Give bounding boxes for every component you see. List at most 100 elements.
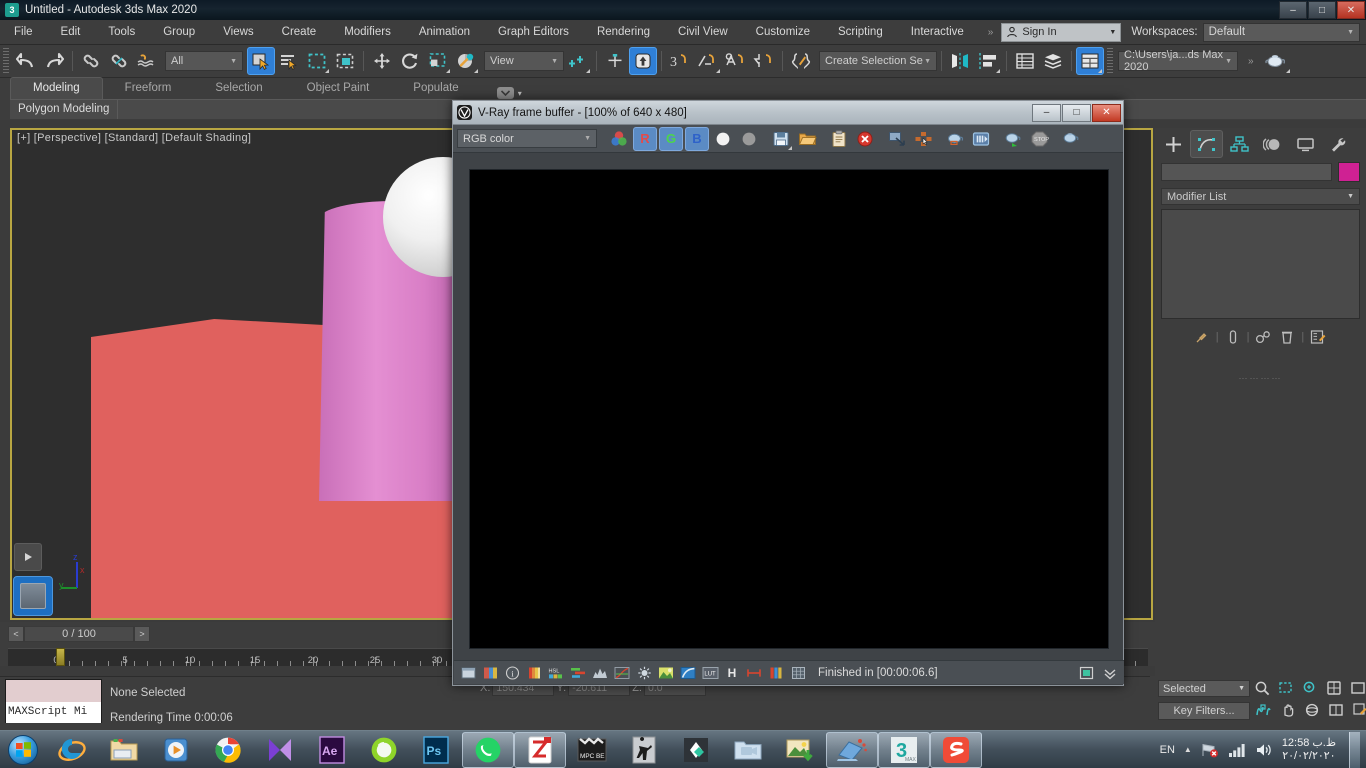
- vfb-minimize-button[interactable]: –: [1032, 103, 1061, 122]
- undo-icon[interactable]: [12, 47, 40, 75]
- sign-in-button[interactable]: Sign In ▼: [1001, 22, 1122, 42]
- scene-explorer-icon[interactable]: [1039, 47, 1067, 75]
- render-sequence-icon[interactable]: [969, 127, 993, 151]
- maximize-viewport-icon[interactable]: [1328, 702, 1344, 718]
- ribbon-dropdown-icon[interactable]: ▾: [481, 87, 522, 99]
- background-icon[interactable]: [656, 663, 676, 683]
- play-animation-icon[interactable]: [14, 543, 42, 571]
- teamviewer-icon[interactable]: [826, 731, 878, 768]
- unlink-icon[interactable]: [105, 47, 133, 75]
- modifier-list-select[interactable]: Modifier List ▼: [1161, 188, 1360, 205]
- zoom-region-icon[interactable]: [1278, 680, 1294, 696]
- signal-bars-icon[interactable]: [1228, 742, 1246, 758]
- select-and-manipulate-icon[interactable]: [601, 47, 629, 75]
- file-explorer-icon[interactable]: [98, 732, 150, 768]
- angle-snap-icon[interactable]: 3: [666, 47, 694, 75]
- color-balance-icon[interactable]: [568, 663, 588, 683]
- maximize-button[interactable]: □: [1308, 1, 1336, 19]
- remove-modifier-icon[interactable]: [1279, 329, 1295, 345]
- select-link-icon[interactable]: [77, 47, 105, 75]
- menu-create[interactable]: Create: [268, 20, 331, 45]
- configure-modifier-sets-icon[interactable]: [1310, 329, 1327, 345]
- media-player-icon[interactable]: [150, 732, 202, 768]
- ribbon-tab-populate[interactable]: Populate: [391, 78, 480, 99]
- command-panel-tab-create[interactable]: [1157, 130, 1190, 158]
- clock[interactable]: 12:58 ظ.ب ٢٠/٠٢/٢٠٢٠: [1282, 737, 1340, 763]
- command-panel-tab-display[interactable]: [1289, 130, 1322, 158]
- menu-graph-editors[interactable]: Graph Editors: [484, 20, 583, 45]
- clear-image-icon[interactable]: [853, 127, 877, 151]
- ribbon-tab-selection[interactable]: Selection: [193, 78, 284, 99]
- vfb-close-button[interactable]: ✕: [1092, 103, 1121, 122]
- icc-icon[interactable]: [678, 663, 698, 683]
- track-render-icon[interactable]: [1076, 663, 1096, 683]
- toolbar-grip-2[interactable]: [1107, 48, 1113, 74]
- object-name-input[interactable]: [1161, 163, 1332, 181]
- time-slider-thumb[interactable]: [56, 648, 65, 666]
- 3ds-max-icon[interactable]: 3 MAX: [878, 731, 930, 768]
- command-panel-tab-hierarchy[interactable]: [1223, 130, 1256, 158]
- modifier-stack[interactable]: [1161, 209, 1360, 319]
- photo-download-icon[interactable]: [774, 732, 826, 768]
- color-corrections-icon[interactable]: [480, 663, 500, 683]
- windows-start-icon[interactable]: [0, 732, 46, 768]
- ribbon-tab-object-paint[interactable]: Object Paint: [285, 78, 392, 99]
- counter-strike-icon[interactable]: [618, 732, 670, 768]
- mpc-be-icon[interactable]: MPC BE: [566, 732, 618, 768]
- key-filters-button[interactable]: Key Filters...: [1158, 702, 1250, 720]
- select-and-place-icon[interactable]: [452, 47, 480, 75]
- load-image-icon[interactable]: [795, 127, 819, 151]
- internet-explorer-icon[interactable]: [46, 732, 98, 768]
- volume-icon[interactable]: [1255, 742, 1273, 758]
- show-desktop-button[interactable]: [1349, 731, 1360, 768]
- maximize-viewport-toggle-icon[interactable]: [1350, 680, 1366, 696]
- network-error-icon[interactable]: [1201, 742, 1219, 758]
- bind-space-warp-icon[interactable]: [133, 47, 161, 75]
- sign-in-chevron-down-icon[interactable]: ▼: [1109, 29, 1116, 36]
- reference-coordinate-chevron-down-icon[interactable]: ▼: [551, 58, 558, 65]
- pixel-aspect-icon[interactable]: [458, 663, 478, 683]
- set-key-icon[interactable]: [1254, 702, 1272, 718]
- blue-channel-icon[interactable]: B: [685, 126, 709, 151]
- close-button[interactable]: ✕: [1337, 1, 1365, 19]
- workspaces-chevron-down-icon[interactable]: ▼: [1347, 29, 1354, 36]
- save-image-icon[interactable]: [769, 127, 793, 151]
- toolbar-overflow-icon[interactable]: »: [1244, 56, 1258, 67]
- stop-render-icon[interactable]: STOP: [1027, 127, 1051, 151]
- menu-group[interactable]: Group: [149, 20, 209, 45]
- language-indicator[interactable]: EN: [1160, 744, 1175, 756]
- pixel-grid-icon[interactable]: [788, 663, 808, 683]
- render-icon[interactable]: [1001, 127, 1025, 151]
- select-by-name-icon[interactable]: [275, 47, 303, 75]
- vfb-maximize-button[interactable]: □: [1062, 103, 1091, 122]
- menu-animation[interactable]: Animation: [405, 20, 484, 45]
- kmplayer-icon[interactable]: [254, 732, 306, 768]
- percent-snap-toggle-icon[interactable]: [750, 47, 778, 75]
- viewport-label[interactable]: [+] [Perspective] [Standard] [Default Sh…: [17, 132, 251, 144]
- force-color-clamping-icon[interactable]: [744, 663, 764, 683]
- zoom-extents-icon[interactable]: [1302, 680, 1318, 696]
- reference-coordinate-select[interactable]: View ▼: [484, 51, 564, 71]
- clipboard-icon[interactable]: [827, 127, 851, 151]
- workspaces-select[interactable]: Default ▼: [1202, 22, 1360, 42]
- ribbon-tab-modeling[interactable]: Modeling: [10, 77, 103, 99]
- menu-civil-view[interactable]: Civil View: [664, 20, 742, 45]
- exposure-icon[interactable]: [524, 663, 544, 683]
- selection-filter-select[interactable]: All ▼: [165, 51, 243, 71]
- menu-overflow-icon[interactable]: »: [984, 27, 998, 38]
- command-panel-tab-motion[interactable]: [1256, 130, 1289, 158]
- menu-edit[interactable]: Edit: [47, 20, 95, 45]
- maxscript-mini-listener[interactable]: MAXScript Mi: [5, 679, 102, 723]
- viewcube-icon[interactable]: [13, 576, 53, 616]
- align-icon[interactable]: [974, 47, 1002, 75]
- whatsapp-icon[interactable]: [462, 731, 514, 768]
- show-hidden-icons-icon[interactable]: ▲: [1184, 745, 1192, 754]
- menu-scripting[interactable]: Scripting: [824, 20, 897, 45]
- region-render-icon[interactable]: [911, 127, 935, 151]
- project-path-select[interactable]: C:\Users\ja...ds Max 2020 ▼: [1118, 49, 1238, 73]
- render-setup-teapot-icon[interactable]: [1258, 47, 1292, 75]
- maxscript-input-pane[interactable]: MAXScript Mi: [6, 702, 101, 723]
- minimize-button[interactable]: –: [1279, 1, 1307, 19]
- select-and-scale-icon[interactable]: [424, 47, 452, 75]
- snagit-icon[interactable]: [930, 731, 982, 768]
